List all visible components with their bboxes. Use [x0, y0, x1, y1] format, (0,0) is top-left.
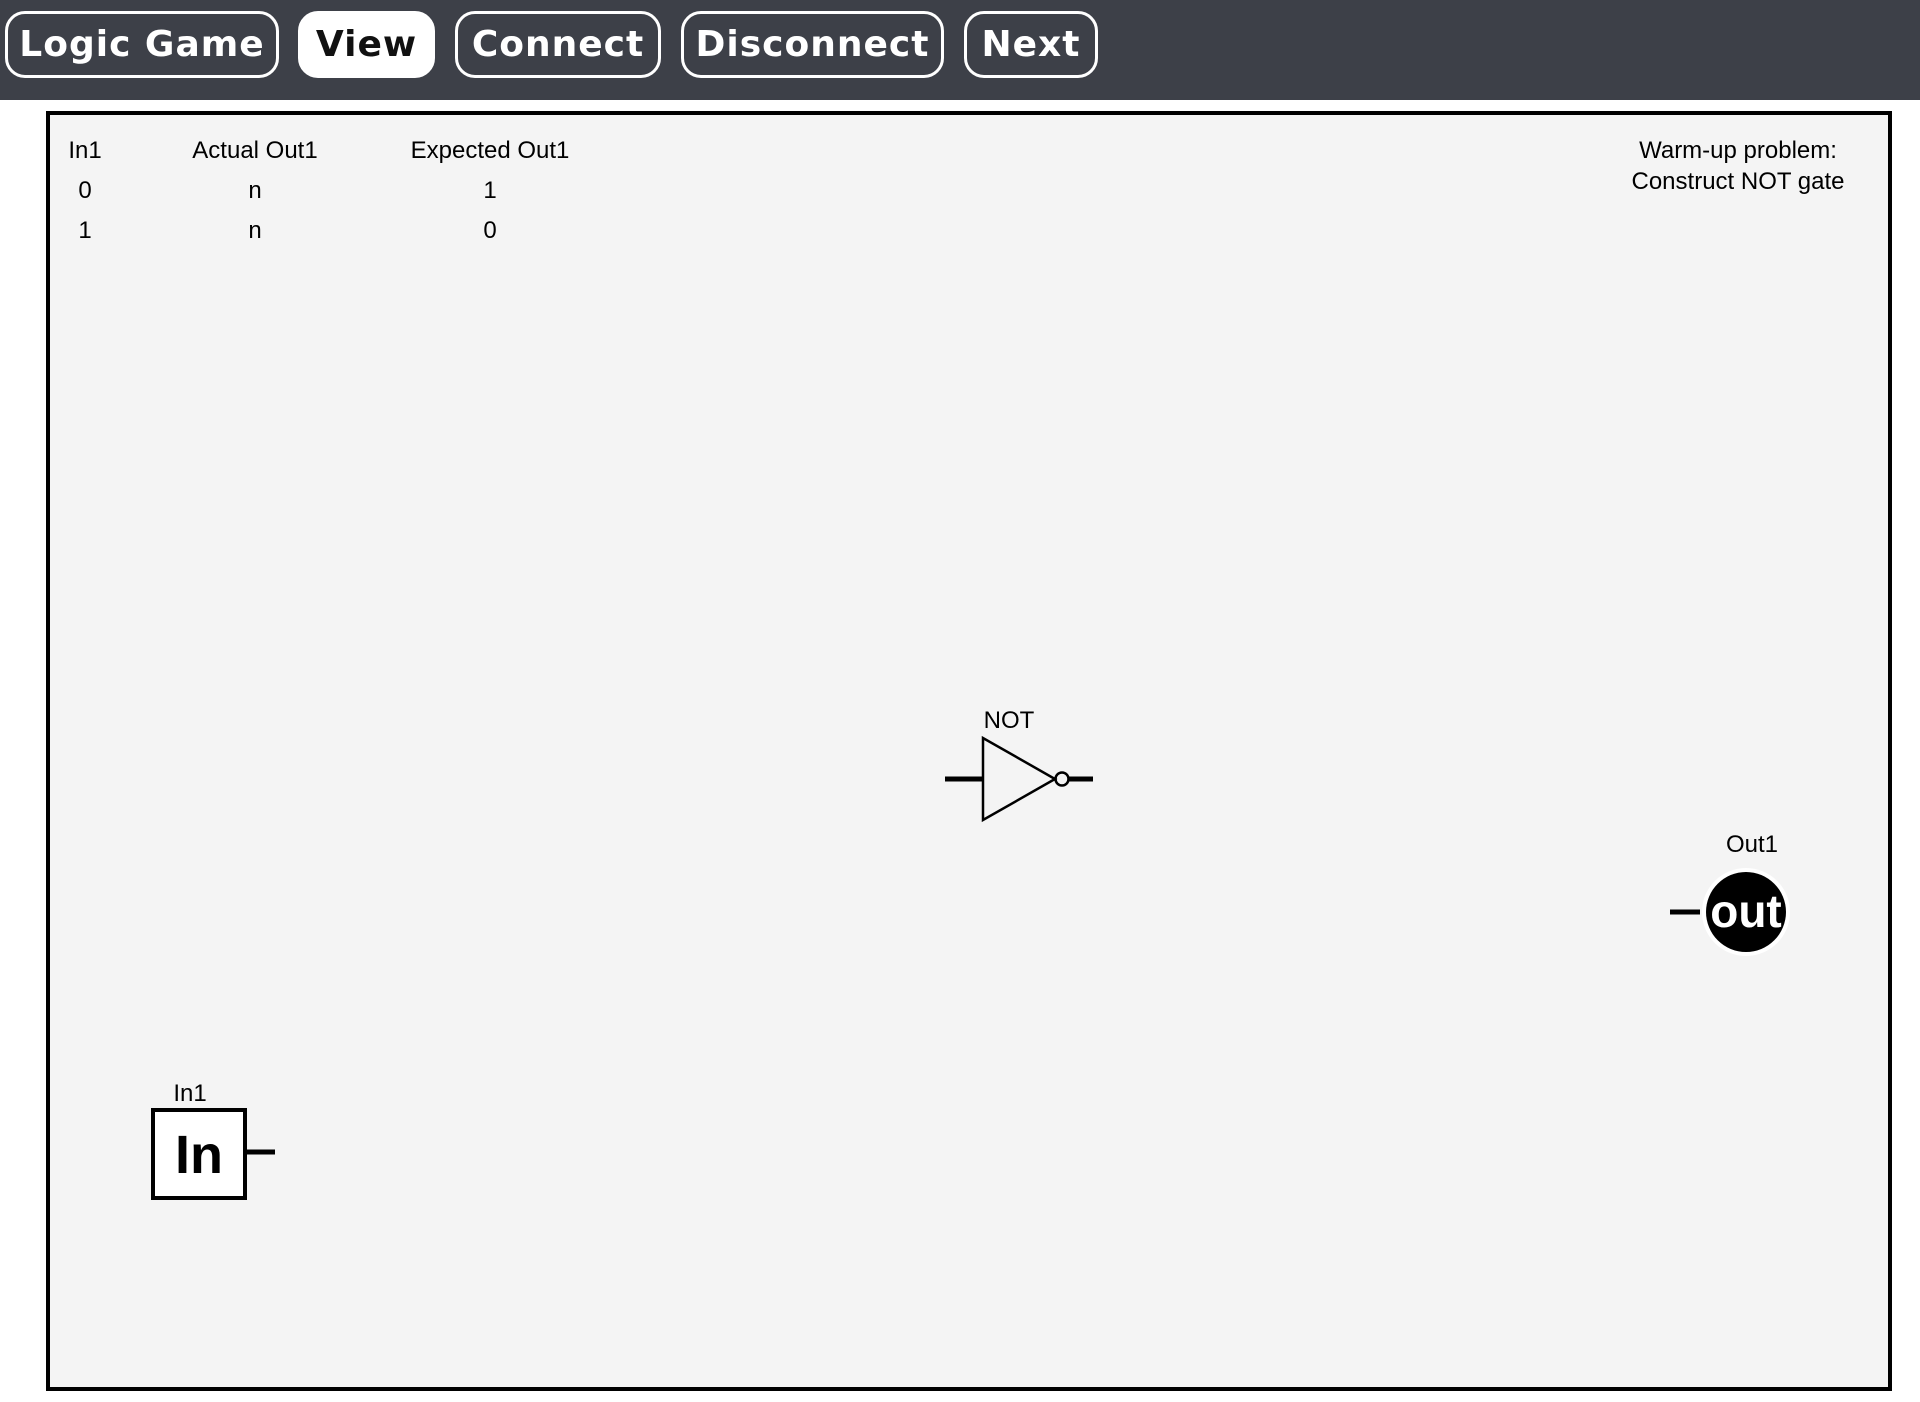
not-gate-label: NOT	[983, 707, 1035, 734]
not-gate[interactable]	[945, 735, 1095, 825]
cell-actual-out1: n	[248, 177, 262, 204]
input-node[interactable]: In	[150, 1107, 280, 1207]
circuit-board[interactable]: In1 Actual Out1 Expected Out1 0 n 1 1 n …	[46, 111, 1892, 1391]
problem-description: Construct NOT gate	[1631, 168, 1845, 195]
cell-expected-out1: 1	[483, 177, 497, 204]
logic-game-button[interactable]: Logic Game	[5, 11, 279, 78]
output-label: Out1	[1725, 831, 1779, 858]
header-in1: In1	[68, 137, 102, 164]
not-gate-triangle-icon	[981, 735, 1058, 823]
cell-expected-out1: 0	[483, 217, 497, 244]
header-actual-out1: Actual Out1	[192, 137, 318, 164]
disconnect-button[interactable]: Disconnect	[681, 11, 944, 78]
problem-title: Warm-up problem:	[1639, 137, 1837, 164]
view-button[interactable]: View	[298, 11, 435, 78]
input-label: In1	[173, 1080, 207, 1107]
toolbar: Logic Game View Connect Disconnect Next	[0, 0, 1920, 100]
next-button[interactable]: Next	[964, 11, 1098, 78]
cell-actual-out1: n	[248, 217, 262, 244]
cell-in1: 0	[78, 177, 92, 204]
cell-in1: 1	[78, 217, 92, 244]
problem-statement: Warm-up problem: Construct NOT gate	[1548, 135, 1920, 197]
input-symbol: In	[175, 1125, 223, 1185]
output-node[interactable]: out	[1670, 860, 1800, 960]
header-expected-out1: Expected Out1	[410, 137, 570, 164]
output-symbol: out	[1710, 885, 1782, 937]
connect-button[interactable]: Connect	[455, 11, 661, 78]
